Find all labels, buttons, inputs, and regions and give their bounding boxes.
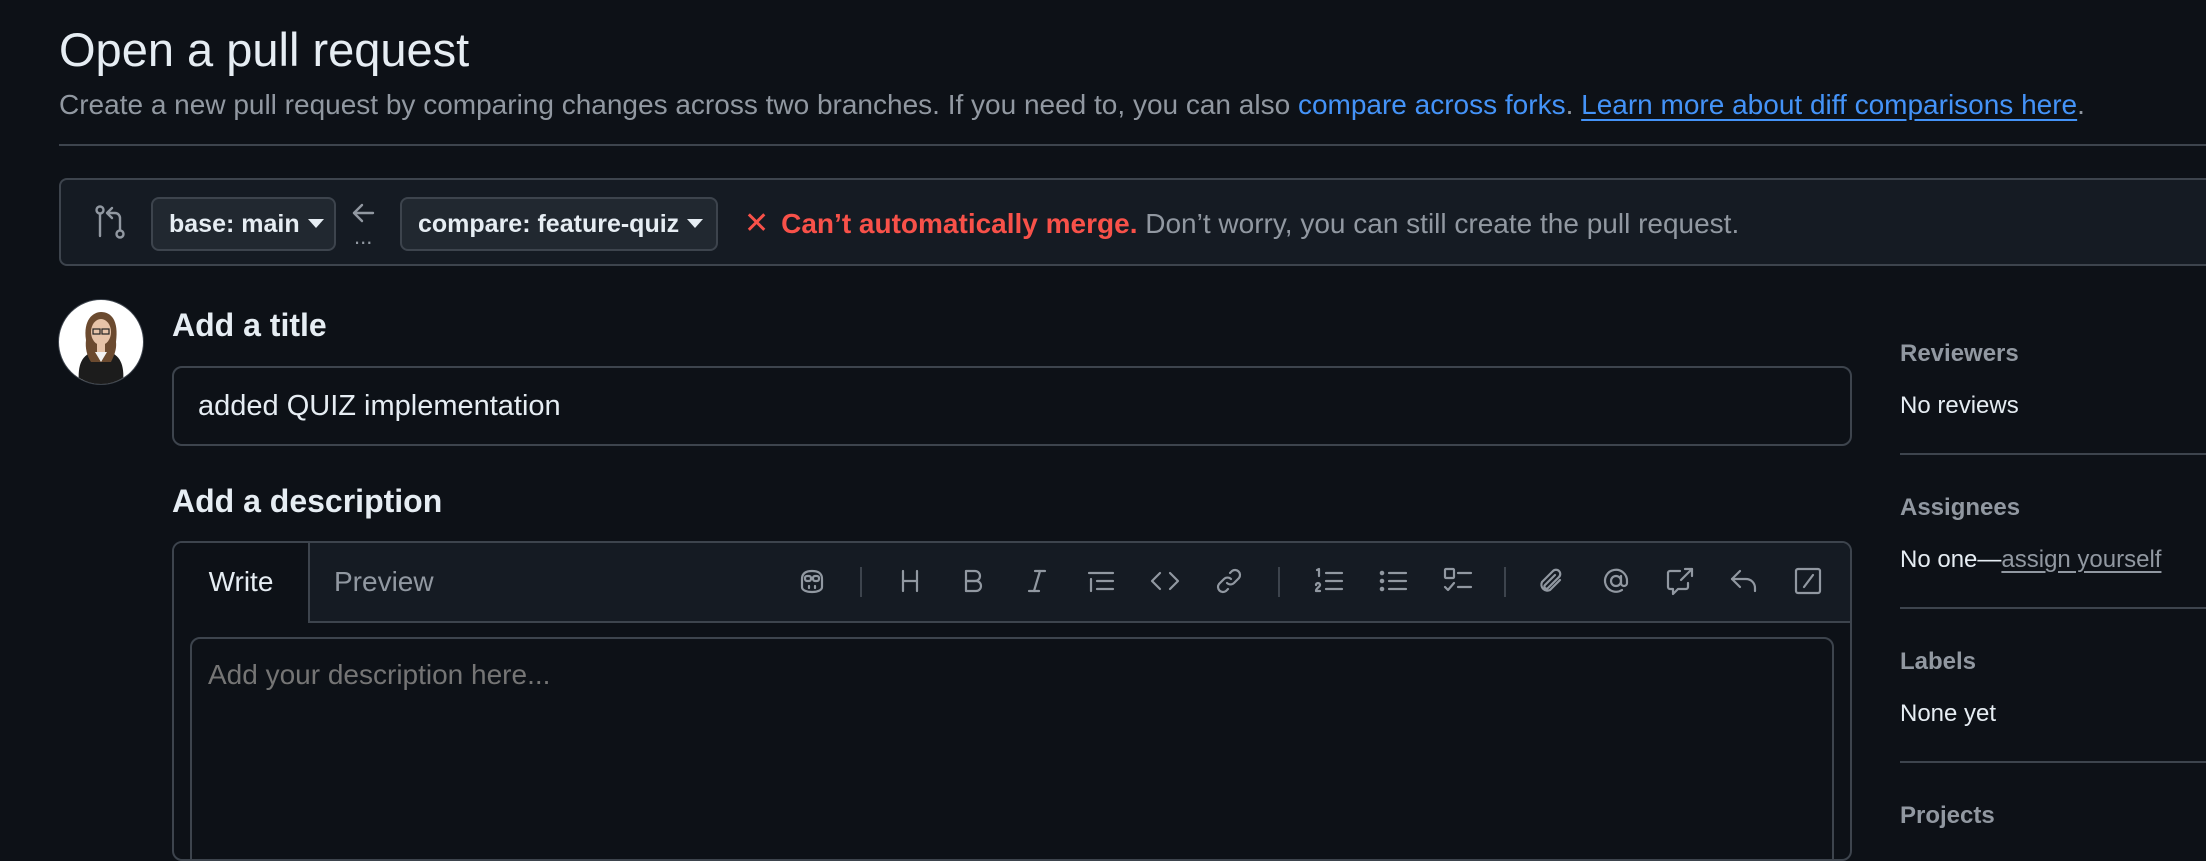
reviewers-value: No reviews (1900, 392, 2019, 419)
assignees-none-text: No one— (1900, 546, 2002, 573)
merge-error-text: Can’t automatically merge. (781, 208, 1138, 239)
sidebar-divider (1900, 761, 2206, 763)
subtitle-period-end: . (2077, 89, 2085, 120)
add-title-label: Add a title (172, 307, 327, 343)
tab-preview[interactable]: Preview (334, 543, 434, 623)
reply-icon[interactable] (1724, 561, 1764, 601)
base-branch-caret-icon (307, 219, 324, 228)
merge-message-text: Don’t worry, you can still create the pu… (1137, 208, 1740, 239)
task-list-icon[interactable] (1438, 561, 1478, 601)
merge-status: ✕ Can’t automatically merge. Don’t worry,… (744, 206, 1739, 241)
compare-branch-select[interactable]: compare: feature-quiz (400, 197, 718, 251)
attach-icon[interactable] (1532, 561, 1572, 601)
labels-label[interactable]: Labels (1900, 648, 1976, 676)
page-title: Open a pull request (59, 23, 470, 76)
description-editor: Write Preview (172, 541, 1852, 861)
header-divider (59, 144, 2206, 146)
sidebar-divider (1900, 607, 2206, 609)
tab-write[interactable]: Write (174, 543, 310, 623)
assignees-label[interactable]: Assignees (1900, 494, 2020, 522)
compare-dots: ... (354, 224, 373, 249)
copilot-icon[interactable] (792, 561, 832, 601)
assignees-value: No one—assign yourself (1900, 546, 2161, 574)
branch-compare-bar: base: main ... compare: feature-quiz ✕ Ca… (59, 178, 2206, 266)
bold-icon[interactable] (953, 561, 993, 601)
toolbar-separator (1278, 567, 1280, 597)
add-description-label: Add a description (172, 483, 443, 519)
title-input[interactable] (172, 366, 1852, 446)
code-icon[interactable] (1145, 561, 1185, 601)
page-subtitle: Create a new pull request by comparing c… (59, 89, 2085, 121)
labels-value: None yet (1900, 700, 1997, 727)
reviewers-label[interactable]: Reviewers (1900, 340, 2019, 368)
subtitle-text: Create a new pull request by comparing c… (59, 89, 1298, 120)
quote-icon[interactable] (1081, 561, 1121, 601)
toolbar-separator (1504, 567, 1506, 597)
base-branch-label: base: main (169, 210, 300, 238)
cross-reference-icon[interactable] (1660, 561, 1700, 601)
mention-icon[interactable] (1596, 561, 1636, 601)
base-branch-select[interactable]: base: main (151, 197, 336, 251)
sidebar-divider (1900, 453, 2206, 455)
italic-icon[interactable] (1017, 561, 1057, 601)
compare-across-forks-link[interactable]: compare across forks (1298, 89, 1566, 120)
projects-label[interactable]: Projects (1900, 802, 1995, 830)
git-compare-icon (93, 204, 127, 245)
compare-branch-caret-icon (687, 219, 704, 228)
compare-branch-label: compare: feature-quiz (418, 210, 680, 238)
slash-command-icon[interactable] (1788, 561, 1828, 601)
unordered-list-icon[interactable] (1373, 561, 1413, 601)
x-icon: ✕ (744, 207, 770, 240)
ordered-list-icon[interactable] (1309, 561, 1349, 601)
heading-icon[interactable] (890, 561, 930, 601)
learn-more-diff-link[interactable]: Learn more about diff comparisons here (1581, 89, 2077, 120)
toolbar-separator (860, 567, 862, 597)
description-textarea[interactable] (190, 637, 1834, 859)
link-icon[interactable] (1209, 561, 1249, 601)
avatar[interactable] (58, 299, 144, 385)
assign-yourself-link[interactable]: assign yourself (2001, 546, 2161, 573)
subtitle-period: . (1565, 89, 1574, 120)
